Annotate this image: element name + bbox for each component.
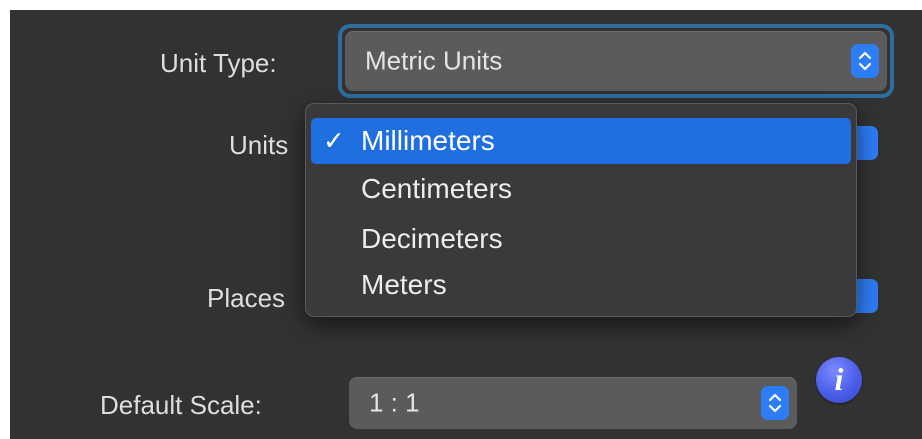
default-scale-label: Default Scale: <box>100 390 262 420</box>
menu-item-label: Meters <box>361 269 447 300</box>
checkmark-icon: ✓ <box>323 125 345 156</box>
default-scale-value: 1 : 1 <box>369 387 420 418</box>
menu-item-label: Millimeters <box>361 125 495 156</box>
menu-item-label: Centimeters <box>361 173 512 204</box>
units-label: Units <box>229 130 289 160</box>
info-icon[interactable]: i <box>816 357 862 403</box>
chevron-up-down-icon <box>768 393 782 413</box>
unit-type-popup[interactable]: Metric Units <box>345 31 887 91</box>
menu-item-decimeters[interactable]: Decimeters <box>311 216 851 262</box>
chevron-up-down-icon <box>858 51 872 71</box>
units-dropdown-menu: ✓ Millimeters Centimeters Decimeters Met… <box>305 103 857 317</box>
menu-item-centimeters[interactable]: Centimeters <box>311 166 851 212</box>
menu-item-meters[interactable]: Meters <box>311 262 851 308</box>
default-scale-popup[interactable]: 1 : 1 <box>349 377 797 429</box>
unit-type-stepper[interactable] <box>851 44 879 78</box>
places-label: Places <box>207 283 286 313</box>
info-glyph: i <box>834 361 844 397</box>
menu-item-label: Decimeters <box>361 223 503 254</box>
unit-type-value: Metric Units <box>365 45 503 76</box>
default-scale-stepper[interactable] <box>761 386 789 420</box>
menu-item-millimeters[interactable]: ✓ Millimeters <box>311 118 851 164</box>
unit-type-label: Unit Type: <box>160 48 277 78</box>
